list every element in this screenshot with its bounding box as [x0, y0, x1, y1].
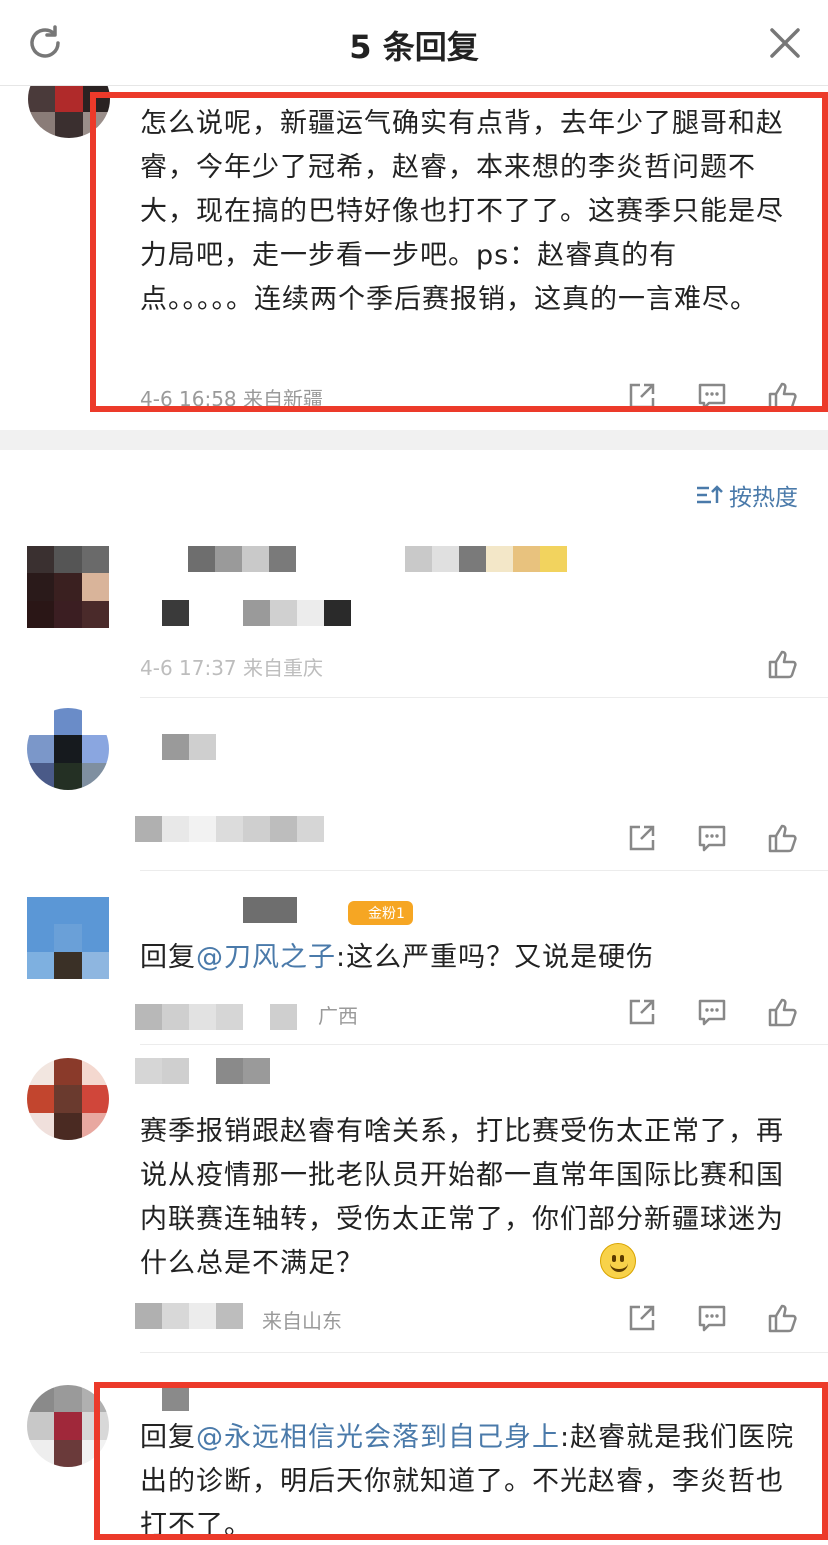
reply-text: 赛季报销跟赵睿有啥关系，打比赛受伤太正常了，再说从疫情那一批老队员开始都一直常年…	[140, 1116, 784, 1279]
reply-actions	[626, 1302, 798, 1334]
reply-actions	[626, 996, 798, 1028]
blurred-username	[243, 897, 297, 923]
like-icon[interactable]	[766, 1302, 798, 1334]
mention-link[interactable]: @刀风之子	[196, 942, 336, 973]
fan-badge: 金粉1	[348, 901, 413, 925]
reply-meta: 来自山东	[262, 1309, 342, 1333]
like-icon[interactable]	[766, 380, 798, 412]
blurred-username	[135, 1058, 270, 1084]
section-separator	[0, 430, 828, 450]
sort-label: 按热度	[729, 485, 798, 511]
comment-icon[interactable]	[696, 996, 728, 1028]
avatar[interactable]	[27, 1058, 109, 1140]
reply-text: 回复@永远相信光会落到自己身上:赵睿就是我们医院出的诊断，明后天你就知道了。不光…	[140, 1416, 800, 1545]
main-comment-actions	[626, 380, 798, 412]
share-icon[interactable]	[626, 822, 658, 854]
reply-prefix: 回复	[140, 1422, 196, 1453]
divider	[140, 1352, 828, 1353]
main-comment-text: 怎么说呢，新疆运气确实有点背，去年少了腿哥和赵睿，今年少了冠希，赵睿，本来想的李…	[140, 108, 784, 315]
main-comment-meta: 4-6 16:58 来自新疆	[140, 387, 324, 411]
divider	[140, 697, 828, 698]
close-icon[interactable]	[768, 26, 802, 60]
comment-icon[interactable]	[696, 1302, 728, 1334]
blurred-content	[162, 600, 351, 626]
blurred-content	[405, 546, 567, 572]
sort-icon	[697, 485, 723, 504]
share-icon[interactable]	[626, 380, 658, 412]
comment-icon[interactable]	[696, 380, 728, 412]
header-bar: 5 条回复	[0, 0, 828, 86]
like-icon[interactable]	[766, 822, 798, 854]
reply-meta: 广西	[318, 1004, 358, 1028]
blurred-meta	[135, 1004, 297, 1030]
avatar[interactable]	[27, 546, 109, 628]
blurred-meta	[135, 1303, 243, 1329]
like-icon[interactable]	[766, 648, 798, 680]
share-icon[interactable]	[626, 1302, 658, 1334]
page-title: 5 条回复	[349, 28, 479, 66]
share-icon[interactable]	[626, 996, 658, 1028]
blurred-meta	[135, 816, 324, 842]
divider	[140, 870, 828, 871]
blurred-username	[162, 1385, 189, 1411]
blurred-username	[162, 734, 216, 760]
avatar[interactable]	[27, 897, 109, 979]
blurred-username	[188, 546, 296, 572]
reply-text: 回复@刀风之子:这么严重吗？又说是硬伤	[140, 936, 800, 980]
avatar[interactable]	[27, 1385, 109, 1467]
reply-actions	[766, 648, 798, 680]
comment-icon[interactable]	[696, 822, 728, 854]
sort-by-heat-button[interactable]: 按热度	[695, 478, 798, 512]
like-icon[interactable]	[766, 996, 798, 1028]
smile-emoji-icon	[600, 1243, 636, 1279]
divider	[140, 1044, 828, 1045]
reply-meta: 4-6 17:37 来自重庆	[140, 656, 324, 680]
avatar[interactable]	[27, 708, 109, 790]
reply-prefix: 回复	[140, 942, 196, 973]
mention-link[interactable]: @永远相信光会落到自己身上	[196, 1422, 560, 1453]
reply-actions	[626, 822, 798, 854]
reply-body: :这么严重吗？又说是硬伤	[336, 942, 655, 973]
